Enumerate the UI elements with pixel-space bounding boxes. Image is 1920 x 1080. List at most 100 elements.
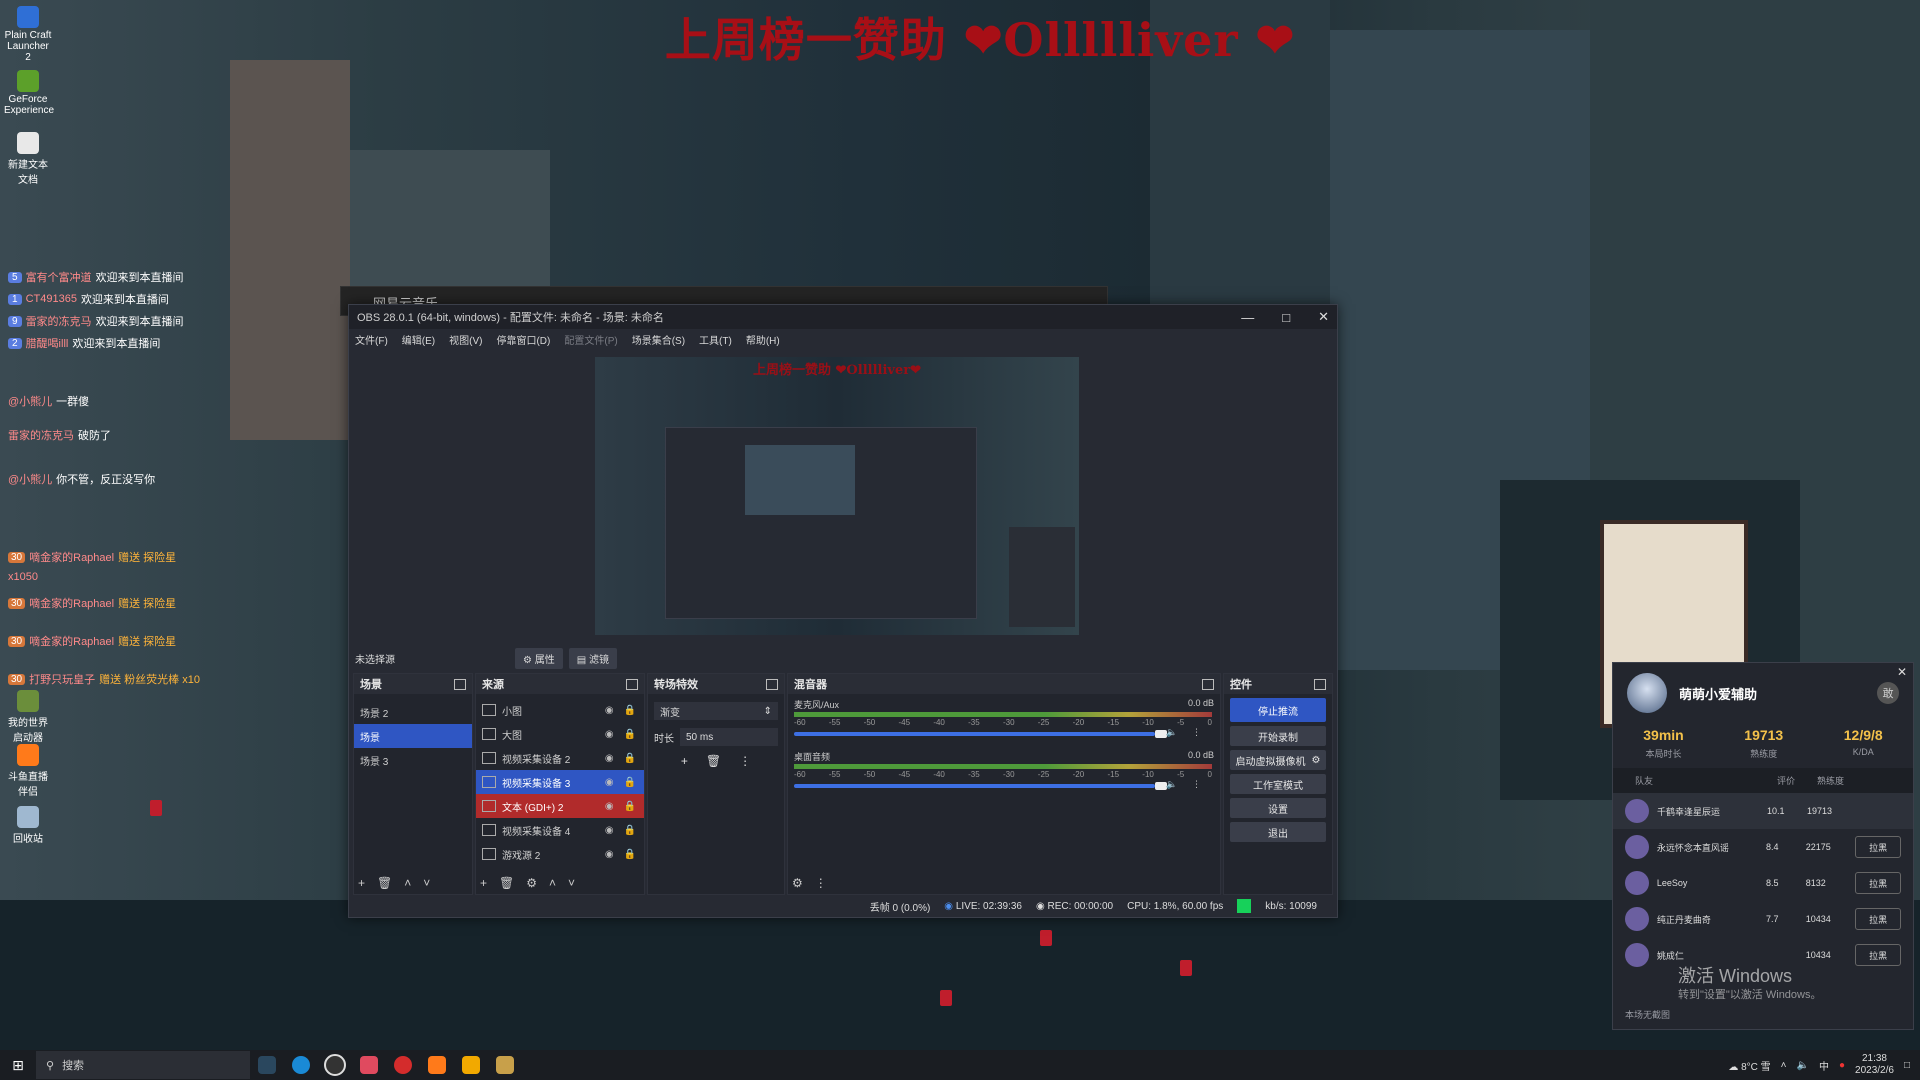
volume-fader[interactable] bbox=[794, 784, 1155, 788]
taskbar-app-douyu[interactable] bbox=[420, 1050, 454, 1080]
taskbar-app-league[interactable] bbox=[488, 1050, 522, 1080]
ime-indicator[interactable]: 中 bbox=[1819, 1058, 1829, 1073]
lock-icon[interactable]: 🔒 bbox=[624, 849, 636, 860]
block-button[interactable]: 拉黑 bbox=[1855, 944, 1901, 966]
source-item[interactable]: 游戏源 2 ◉ 🔒 bbox=[476, 842, 644, 866]
add-icon[interactable]: + bbox=[358, 876, 365, 890]
desktop-icon-text-doc[interactable]: 新建文本文档 bbox=[4, 132, 52, 186]
move-down-icon[interactable]: ˅ bbox=[568, 876, 575, 890]
virtual-camera-button[interactable]: 启动虚拟摄像机 ⚙ bbox=[1230, 750, 1326, 770]
block-button[interactable]: 拉黑 bbox=[1855, 836, 1901, 858]
taskbar-app-netease-music[interactable] bbox=[386, 1050, 420, 1080]
undock-icon[interactable] bbox=[454, 678, 466, 690]
settings-button[interactable]: 设置 bbox=[1230, 798, 1326, 818]
stop-streaming-button[interactable]: 停止推流 bbox=[1230, 698, 1326, 722]
lock-icon[interactable]: 🔒 bbox=[624, 705, 636, 716]
move-up-icon[interactable]: ˄ bbox=[404, 876, 411, 890]
menu-scene-collection[interactable]: 场景集合(S) bbox=[632, 332, 685, 347]
start-recording-button[interactable]: 开始录制 bbox=[1230, 726, 1326, 746]
source-item[interactable]: 文本 (GDI+) 2 ◉ 🔒 bbox=[476, 794, 644, 818]
scene-item[interactable]: 场景 3 bbox=[354, 748, 472, 772]
taskbar-app-obs[interactable] bbox=[318, 1050, 352, 1080]
studio-mode-button[interactable]: 工作室模式 bbox=[1230, 774, 1326, 794]
desktop-icon-geforce[interactable]: GeForce Experience bbox=[4, 70, 54, 116]
source-item[interactable]: 视频采集设备 3 ◉ 🔒 bbox=[476, 770, 644, 794]
antivirus-icon[interactable]: ● bbox=[1839, 1060, 1845, 1071]
lock-icon[interactable]: 🔒 bbox=[624, 777, 636, 788]
more-icon[interactable]: ⋮ bbox=[1192, 727, 1201, 738]
trash-icon[interactable]: 🗑 bbox=[706, 754, 721, 768]
filters-button[interactable]: ▤ 滤镜 bbox=[568, 647, 617, 669]
taskbar-clock[interactable]: 21:38 2023/2/6 bbox=[1855, 1053, 1894, 1077]
transition-select[interactable]: 渐变 ⇕ bbox=[654, 702, 778, 720]
more-icon[interactable]: ⋮ bbox=[1192, 779, 1201, 790]
menu-file[interactable]: 文件(F) bbox=[355, 332, 388, 347]
desktop-icon-minecraft[interactable]: 我的世界启动器 bbox=[4, 690, 52, 744]
lock-icon[interactable]: 🔒 bbox=[624, 825, 636, 836]
eye-icon[interactable]: ◉ bbox=[605, 729, 614, 740]
eye-icon[interactable]: ◉ bbox=[605, 705, 614, 716]
taskbar-app-wegame[interactable] bbox=[454, 1050, 488, 1080]
close-icon[interactable]: ✕ bbox=[1318, 309, 1329, 325]
source-item[interactable]: 大图 ◉ 🔒 bbox=[476, 722, 644, 746]
eye-icon[interactable]: ◉ bbox=[605, 849, 614, 860]
obs-window[interactable]: OBS 28.0.1 (64-bit, windows) - 配置文件: 未命名… bbox=[348, 304, 1338, 918]
desktop-icon-recycle-bin[interactable]: 回收站 bbox=[4, 806, 52, 845]
move-up-icon[interactable]: ˄ bbox=[549, 876, 556, 890]
taskbar-search[interactable]: ⚲ 搜索 bbox=[36, 1051, 250, 1079]
trash-icon[interactable]: 🗑 bbox=[377, 876, 392, 890]
eye-icon[interactable]: ◉ bbox=[605, 753, 614, 764]
taskbar-app-bilibili[interactable] bbox=[352, 1050, 386, 1080]
scene-item[interactable]: 场景 bbox=[354, 724, 472, 748]
more-icon[interactable]: ⋮ bbox=[739, 754, 751, 768]
trash-icon[interactable]: 🗑 bbox=[499, 876, 514, 890]
block-button[interactable]: 拉黑 bbox=[1855, 872, 1901, 894]
duration-input[interactable]: 50 ms bbox=[680, 728, 778, 746]
windows-start-icon[interactable]: ⊞ bbox=[0, 1050, 36, 1080]
source-item[interactable]: 视频采集设备 4 ◉ 🔒 bbox=[476, 818, 644, 842]
eye-icon[interactable]: ◉ bbox=[605, 777, 614, 788]
volume-icon[interactable]: 🔈 bbox=[1797, 1060, 1809, 1071]
source-item[interactable]: 视频采集设备 2 ◉ 🔒 bbox=[476, 746, 644, 770]
taskbar-app-steam[interactable] bbox=[250, 1050, 284, 1080]
weather-widget[interactable]: ☁ 8°C 雪 bbox=[1728, 1058, 1770, 1073]
undock-icon[interactable] bbox=[626, 678, 638, 690]
add-icon[interactable]: + bbox=[480, 876, 487, 890]
properties-button[interactable]: ⚙ 属性 bbox=[515, 647, 563, 669]
source-item[interactable]: 小图 ◉ 🔒 bbox=[476, 698, 644, 722]
lock-icon[interactable]: 🔒 bbox=[624, 801, 636, 812]
notification-icon[interactable]: □ bbox=[1904, 1060, 1910, 1071]
volume-fader[interactable] bbox=[794, 732, 1155, 736]
speaker-icon[interactable]: 🔈 bbox=[1166, 727, 1177, 738]
undock-icon[interactable] bbox=[1314, 678, 1326, 690]
lock-icon[interactable]: 🔒 bbox=[624, 729, 636, 740]
menu-view[interactable]: 视图(V) bbox=[449, 332, 482, 347]
scene-item[interactable]: 场景 2 bbox=[354, 700, 472, 724]
lock-icon[interactable]: 🔒 bbox=[624, 753, 636, 764]
obs-titlebar[interactable]: OBS 28.0.1 (64-bit, windows) - 配置文件: 未命名… bbox=[349, 305, 1337, 329]
minimize-icon[interactable]: — bbox=[1241, 310, 1254, 325]
maximize-icon[interactable]: □ bbox=[1282, 310, 1290, 325]
more-icon[interactable]: ⋮ bbox=[815, 876, 827, 890]
menu-tools[interactable]: 工具(T) bbox=[699, 332, 732, 347]
gear-icon[interactable]: ⚙ bbox=[526, 876, 537, 890]
desktop-icon-plain-craft[interactable]: Plain Craft Launcher 2 bbox=[4, 6, 52, 63]
speaker-icon[interactable]: 🔈 bbox=[1166, 779, 1177, 790]
undock-icon[interactable] bbox=[1202, 678, 1214, 690]
undock-icon[interactable] bbox=[766, 678, 778, 690]
menu-docks[interactable]: 停靠窗口(D) bbox=[496, 332, 550, 347]
menu-profile[interactable]: 配置文件(P) bbox=[564, 332, 617, 347]
menu-help[interactable]: 帮助(H) bbox=[746, 332, 780, 347]
add-icon[interactable]: + bbox=[681, 754, 688, 768]
eye-icon[interactable]: ◉ bbox=[605, 825, 614, 836]
close-icon[interactable]: ✕ bbox=[1897, 665, 1907, 679]
menu-edit[interactable]: 编辑(E) bbox=[402, 332, 435, 347]
chevron-up-icon[interactable]: ˄ bbox=[1781, 1060, 1787, 1071]
taskbar-app-edge[interactable] bbox=[284, 1050, 318, 1080]
eye-icon[interactable]: ◉ bbox=[605, 801, 614, 812]
gear-icon[interactable]: ⚙ bbox=[792, 876, 803, 890]
desktop-icon-douyu[interactable]: 斗鱼直播伴侣 bbox=[4, 744, 52, 798]
block-button[interactable]: 拉黑 bbox=[1855, 908, 1901, 930]
move-down-icon[interactable]: ˅ bbox=[423, 876, 430, 890]
exit-button[interactable]: 退出 bbox=[1230, 822, 1326, 842]
